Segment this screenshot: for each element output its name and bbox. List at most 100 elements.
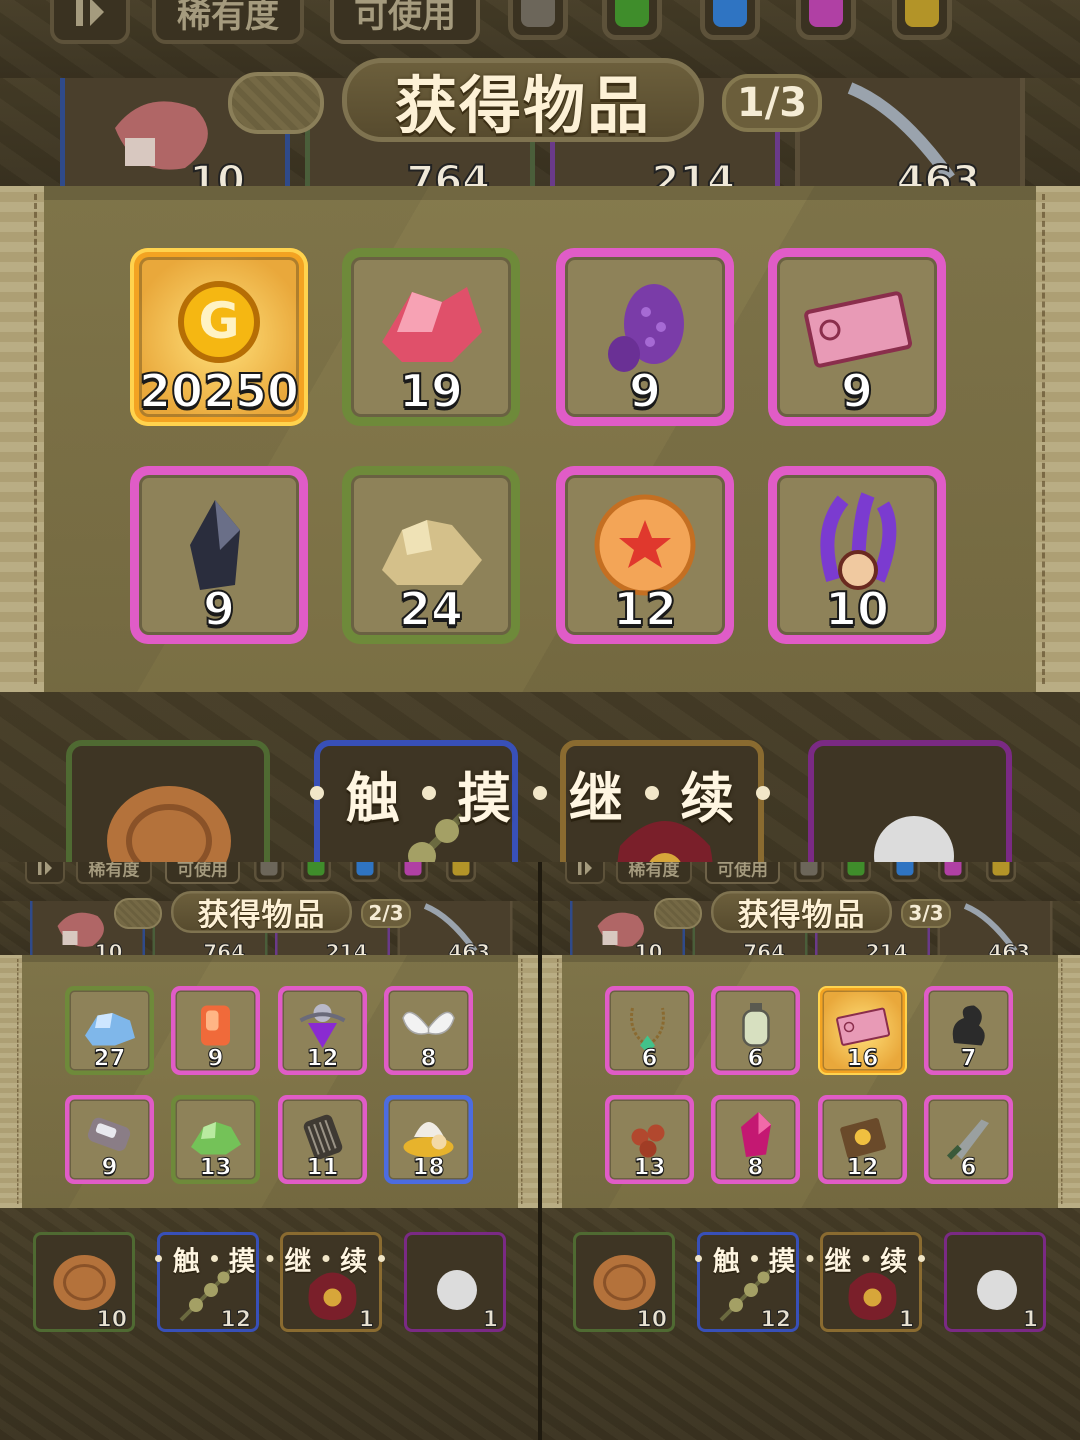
slot-count: 10 bbox=[636, 1306, 668, 1333]
filter-swatch-green[interactable] bbox=[602, 0, 662, 40]
item-count: 19 bbox=[398, 363, 464, 419]
rarity-filter-button[interactable]: 稀有度 bbox=[152, 0, 304, 44]
continue-char: 触 bbox=[712, 1245, 740, 1277]
reward-title: 获得物品 bbox=[737, 896, 866, 934]
filter-swatch-purple[interactable] bbox=[938, 862, 968, 882]
reward-item-gold-ore[interactable]: 24 bbox=[342, 466, 520, 644]
reward-item-orange-gem[interactable]: 9 bbox=[171, 986, 260, 1075]
slot-count: 12 bbox=[760, 1306, 792, 1333]
reward-item-purple-potion[interactable]: 12 bbox=[278, 986, 367, 1075]
continue-char: 继 bbox=[568, 766, 623, 830]
reward-item-gold-ticket[interactable]: 16 bbox=[818, 986, 907, 1075]
banner-ornament bbox=[228, 72, 324, 134]
touch-to-continue[interactable]: 触 摸 继 续 bbox=[695, 1241, 925, 1277]
pearl-icon bbox=[977, 1270, 1017, 1310]
filter-swatch-blue[interactable] bbox=[350, 862, 380, 882]
scroll-edge-right bbox=[1036, 186, 1080, 692]
rarity-filter-button[interactable]: 稀有度 bbox=[76, 862, 152, 884]
reward-title: 获得物品 bbox=[394, 69, 651, 142]
reward-item-jade-necklace[interactable]: 6 bbox=[605, 986, 694, 1075]
mooncake-icon bbox=[593, 1255, 656, 1310]
usable-filter-button[interactable]: 可使用 bbox=[705, 862, 780, 884]
scroll-edge-left bbox=[540, 955, 562, 1208]
filter-swatch-blue[interactable] bbox=[700, 0, 760, 40]
filter-swatch-gray[interactable] bbox=[508, 0, 568, 40]
rarity-filter-button[interactable]: 稀有度 bbox=[616, 862, 692, 884]
filter-swatch-gray[interactable] bbox=[254, 862, 284, 882]
reward-item-gold-coin[interactable]: G 20250 bbox=[130, 248, 308, 426]
page-counter-text: 3/3 bbox=[908, 902, 944, 925]
continue-char: 续 bbox=[880, 1245, 908, 1277]
reward-item-angel-wings[interactable]: 8 bbox=[384, 986, 473, 1075]
reward-item-blue-crystal[interactable]: 27 bbox=[65, 986, 154, 1075]
reward-panel: 6 6 16 7 13 8 12 6 bbox=[540, 955, 1080, 1208]
reward-item-black-crystal[interactable]: 9 bbox=[130, 466, 308, 644]
slot-count: 1 bbox=[358, 1306, 374, 1333]
scroll-edge-right bbox=[518, 955, 540, 1208]
filter-swatch-gold[interactable] bbox=[446, 862, 476, 882]
reward-item-star-orb[interactable]: 12 bbox=[556, 466, 734, 644]
filter-swatch-gold[interactable] bbox=[892, 0, 952, 40]
reward-item-broken-sword[interactable]: 6 bbox=[924, 1095, 1013, 1184]
continue-char: 触 bbox=[345, 766, 400, 830]
inventory-slot-pearl[interactable]: 1 bbox=[808, 740, 1012, 862]
filter-swatch-purple[interactable] bbox=[796, 0, 856, 40]
inventory-slot-mooncake[interactable]: 10 bbox=[66, 740, 270, 862]
mooncake-icon bbox=[107, 786, 231, 862]
inventory-slot-mooncake[interactable]: 10 bbox=[33, 1232, 135, 1333]
filter-swatch-gold[interactable] bbox=[986, 862, 1016, 882]
item-count: 20250 bbox=[138, 363, 300, 419]
usable-filter-button[interactable]: 可使用 bbox=[165, 862, 240, 884]
reward-item-spell-book[interactable]: 12 bbox=[818, 1095, 907, 1184]
slot-count: 1 bbox=[1022, 1306, 1038, 1333]
continue-char: 继 bbox=[284, 1245, 312, 1277]
reward-item-magenta-crystal[interactable]: 8 bbox=[711, 1095, 800, 1184]
reward-item-red-crystal[interactable]: 19 bbox=[342, 248, 520, 426]
reward-item-lantern[interactable]: 6 bbox=[711, 986, 800, 1075]
touch-to-continue[interactable]: 触 摸 继 续 bbox=[155, 1241, 385, 1277]
item-count: 7 bbox=[960, 1044, 977, 1072]
sort-toggle-button[interactable] bbox=[565, 862, 605, 884]
continue-char: 继 bbox=[824, 1245, 852, 1277]
slot-count: 1 bbox=[482, 1306, 498, 1333]
scroll-edge-right bbox=[1058, 955, 1080, 1208]
reward-item-treasure-pile[interactable]: 18 bbox=[384, 1095, 473, 1184]
inventory-slot-pearl[interactable]: 1 bbox=[944, 1232, 1046, 1333]
bottom-inventory: 10 12 1 1 触 摸 继 续 bbox=[0, 1208, 540, 1440]
filter-swatch-green[interactable] bbox=[841, 862, 871, 882]
filter-swatch-purple[interactable] bbox=[398, 862, 428, 882]
reward-item-iron-cage[interactable]: 11 bbox=[278, 1095, 367, 1184]
filter-swatch-gray[interactable] bbox=[794, 862, 824, 882]
reward-screen-page-2: 装备魔物蛋道具 稀有度 可使用 10 764 214 463 获得物品 2/3 bbox=[0, 862, 540, 1440]
item-count: 9 bbox=[202, 581, 236, 637]
touch-to-continue[interactable]: 触 摸 继 续 bbox=[310, 758, 770, 830]
filter-swatch-green[interactable] bbox=[301, 862, 331, 882]
sort-toggle-button[interactable] bbox=[25, 862, 65, 884]
usable-filter-button[interactable]: 可使用 bbox=[330, 0, 480, 44]
reward-item-berries[interactable]: 13 bbox=[605, 1095, 694, 1184]
page-counter: 1/3 bbox=[722, 74, 822, 132]
reward-item-purple-egg[interactable]: 9 bbox=[556, 248, 734, 426]
pearl-icon bbox=[437, 1270, 477, 1310]
item-count: 10 bbox=[824, 581, 890, 637]
reward-item-black-beast[interactable]: 7 bbox=[924, 986, 1013, 1075]
reward-item-metal-gauntlet[interactable]: 9 bbox=[65, 1095, 154, 1184]
sort-toggle-button[interactable] bbox=[50, 0, 130, 44]
inventory-slot-mooncake[interactable]: 10 bbox=[573, 1232, 675, 1333]
filter-swatch-blue[interactable] bbox=[890, 862, 920, 882]
reward-item-purple-clock-plant[interactable]: 10 bbox=[768, 466, 946, 644]
bottom-inventory: 10 12 1 1 触 摸 继 续 bbox=[0, 692, 1080, 862]
reward-item-green-crystal[interactable]: 13 bbox=[171, 1095, 260, 1184]
item-count: 12 bbox=[846, 1153, 879, 1181]
slot-count: 10 bbox=[96, 1306, 128, 1333]
reward-item-gold-ticket[interactable]: 9 bbox=[768, 248, 946, 426]
reward-title-banner: 获得物品 bbox=[171, 891, 352, 933]
item-count: 8 bbox=[747, 1153, 764, 1181]
item-count: 6 bbox=[960, 1153, 977, 1181]
rarity-filter-label: 稀有度 bbox=[628, 862, 680, 880]
svg-text:G: G bbox=[198, 292, 239, 350]
inventory-slot-pearl[interactable]: 1 bbox=[404, 1232, 506, 1333]
continue-char: 摸 bbox=[228, 1245, 256, 1277]
pearl-icon bbox=[874, 816, 954, 862]
item-count: 6 bbox=[747, 1044, 764, 1072]
